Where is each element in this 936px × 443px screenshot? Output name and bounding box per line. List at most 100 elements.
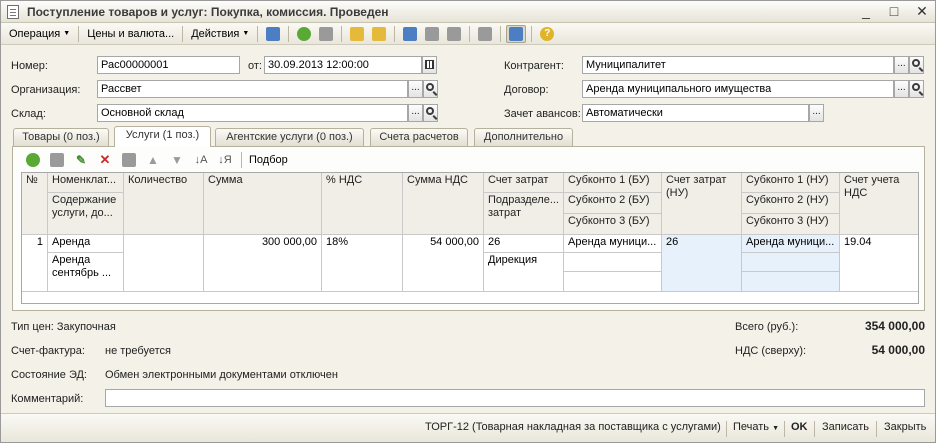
col-header-quantity[interactable]: Количество xyxy=(124,173,204,235)
table-row-cost-account-nu[interactable]: 26 xyxy=(662,235,742,292)
unpost-button[interactable] xyxy=(369,25,389,43)
structure-button[interactable] xyxy=(475,25,495,43)
organization-field[interactable]: Рассвет xyxy=(97,80,408,98)
col-header-vat-rate[interactable]: % НДС xyxy=(322,173,403,235)
calendar-button[interactable] xyxy=(422,56,437,74)
col-header-content[interactable]: Содержание услуги, до... xyxy=(48,193,124,235)
torg12-print-button[interactable]: ТОРГ-12 (Товарная накладная за поставщик… xyxy=(425,421,721,433)
tab-agent-services[interactable]: Агентские услуги (0 поз.) xyxy=(215,128,364,146)
prices-currency-button[interactable]: Цены и валюта... xyxy=(83,25,178,43)
dt-kt-button[interactable] xyxy=(422,25,442,43)
table-row-quantity[interactable] xyxy=(124,235,204,292)
table-row-vat-account[interactable]: 19.04 xyxy=(840,235,918,292)
col-header-cost-account-nu[interactable]: Счет затрат (НУ) xyxy=(662,173,742,235)
advance-offset-select-button[interactable]: ... xyxy=(809,104,824,122)
advance-offset-field[interactable]: Автоматически xyxy=(582,104,809,122)
move-down-button[interactable]: ▼ xyxy=(166,151,188,169)
table-row-cost-account[interactable]: 26 xyxy=(484,235,564,253)
invoice-link[interactable]: не требуется xyxy=(105,345,171,357)
operation-menu-label: Операция xyxy=(9,27,61,40)
warehouse-select-button[interactable]: ... xyxy=(408,104,423,122)
actions-menu-label: Действия xyxy=(191,27,240,40)
col-header-vat-account[interactable]: Счет учета НДС xyxy=(840,173,918,235)
col-header-sum[interactable]: Сумма xyxy=(204,173,322,235)
print-menu[interactable]: Печать ▼ xyxy=(733,421,779,433)
col-header-subdivision[interactable]: Подразделе... затрат xyxy=(484,193,564,235)
edit-row-button[interactable]: ✎ xyxy=(70,151,92,169)
col-header-subconto2-bu[interactable]: Субконто 2 (БУ) xyxy=(564,193,662,214)
minimize-icon[interactable]: _ xyxy=(859,3,873,19)
contract-select-button[interactable]: ... xyxy=(894,80,909,98)
operation-menu[interactable]: Операция ▼ xyxy=(5,25,74,43)
help-button[interactable]: ? xyxy=(537,25,557,43)
tab-services[interactable]: Услуги (1 поз.) xyxy=(114,126,211,147)
add-row-button[interactable] xyxy=(22,151,44,169)
ok-button[interactable]: OK xyxy=(791,421,808,433)
date-field[interactable]: 30.09.2013 12:00:00 xyxy=(264,56,422,74)
delete-row-button[interactable]: ✕ xyxy=(94,151,116,169)
table-row-subconto2-nu[interactable] xyxy=(742,253,840,272)
actions-menu[interactable]: Действия ▼ xyxy=(187,25,253,43)
end-edit-button[interactable] xyxy=(118,151,140,169)
copy-button[interactable] xyxy=(316,25,336,43)
copy-row-button[interactable] xyxy=(46,151,68,169)
post-and-close-button[interactable] xyxy=(263,25,283,43)
col-header-vat-sum[interactable]: Сумма НДС xyxy=(403,173,484,235)
main-toolbar: Операция ▼ Цены и валюта... Действия ▼ ? xyxy=(1,23,935,45)
sort-desc-button[interactable]: ↓Я xyxy=(214,151,236,169)
close-icon[interactable]: ✕ xyxy=(915,3,929,19)
col-header-subconto3-bu[interactable]: Субконто 3 (БУ) xyxy=(564,214,662,235)
col-header-nomenclature[interactable]: Номенклат... xyxy=(48,173,124,193)
col-header-subconto2-nu[interactable]: Субконто 2 (НУ) xyxy=(742,193,840,214)
sort-asc-button[interactable]: ↓A xyxy=(190,151,212,169)
counterparty-select-button[interactable]: ... xyxy=(894,56,909,74)
number-field[interactable]: Рас00000001 xyxy=(97,56,240,74)
save-button[interactable]: Записать xyxy=(822,421,869,433)
table-row-vat-rate[interactable]: 18% xyxy=(322,235,403,292)
organization-select-button[interactable]: ... xyxy=(408,80,423,98)
tab-settlement-accounts[interactable]: Счета расчетов xyxy=(370,128,468,146)
table-row-subconto3-bu[interactable] xyxy=(564,272,662,292)
table-row-content[interactable]: Аренда сентябрь ... xyxy=(48,253,124,292)
table-row-n[interactable]: 1 xyxy=(22,235,48,292)
document-window: Поступление товаров и услуг: Покупка, ко… xyxy=(0,0,936,443)
tab-goods[interactable]: Товары (0 поз.) xyxy=(13,128,109,146)
table-row-vat-sum[interactable]: 54 000,00 xyxy=(403,235,484,292)
post-button[interactable] xyxy=(347,25,367,43)
warehouse-field[interactable]: Основной склад xyxy=(97,104,408,122)
toolbar-separator xyxy=(241,152,242,168)
table-row-subconto1-bu[interactable]: Аренда муници... xyxy=(564,235,662,253)
enter-based-on-button[interactable] xyxy=(400,25,420,43)
contract-open-button[interactable] xyxy=(909,80,924,98)
table-row-subconto1-nu[interactable]: Аренда муници... xyxy=(742,235,840,253)
col-header-subconto1-bu[interactable]: Субконто 1 (БУ) xyxy=(564,173,662,193)
col-header-subconto1-nu[interactable]: Субконто 1 (НУ) xyxy=(742,173,840,193)
maximize-icon[interactable]: □ xyxy=(887,3,901,19)
col-header-subconto3-nu[interactable]: Субконто 3 (НУ) xyxy=(742,214,840,235)
move-up-button[interactable]: ▲ xyxy=(142,151,164,169)
col-header-cost-account[interactable]: Счет затрат ... xyxy=(484,173,564,193)
contract-field[interactable]: Аренда муниципального имущества xyxy=(582,80,894,98)
filter-button[interactable] xyxy=(506,24,527,43)
journal-button[interactable] xyxy=(444,25,464,43)
comment-field[interactable] xyxy=(105,389,925,407)
counterparty-field[interactable]: Муниципалитет xyxy=(582,56,894,74)
vat-value: 54 000,00 xyxy=(871,343,925,357)
arrow-up-icon: ▲ xyxy=(147,153,159,167)
table-row-subconto2-bu[interactable] xyxy=(564,253,662,272)
counterparty-open-button[interactable] xyxy=(909,56,924,74)
refresh-icon xyxy=(297,26,312,41)
table-row-subconto3-nu[interactable] xyxy=(742,272,840,292)
contract-label: Договор: xyxy=(504,84,549,96)
table-row-subdivision[interactable]: Дирекция xyxy=(484,253,564,292)
pick-button[interactable]: Подбор xyxy=(246,154,291,166)
warehouse-open-button[interactable] xyxy=(423,104,438,122)
table-row-sum[interactable]: 300 000,00 xyxy=(204,235,322,292)
close-button[interactable]: Закрыть xyxy=(884,421,926,433)
table-row-nomenclature[interactable]: Аренда xyxy=(48,235,124,253)
refresh-button[interactable] xyxy=(294,25,314,43)
window-title: Поступление товаров и услуг: Покупка, ко… xyxy=(27,4,389,19)
organization-open-button[interactable] xyxy=(423,80,438,98)
tab-additional[interactable]: Дополнительно xyxy=(474,128,573,146)
col-header-n[interactable]: № xyxy=(22,173,48,235)
